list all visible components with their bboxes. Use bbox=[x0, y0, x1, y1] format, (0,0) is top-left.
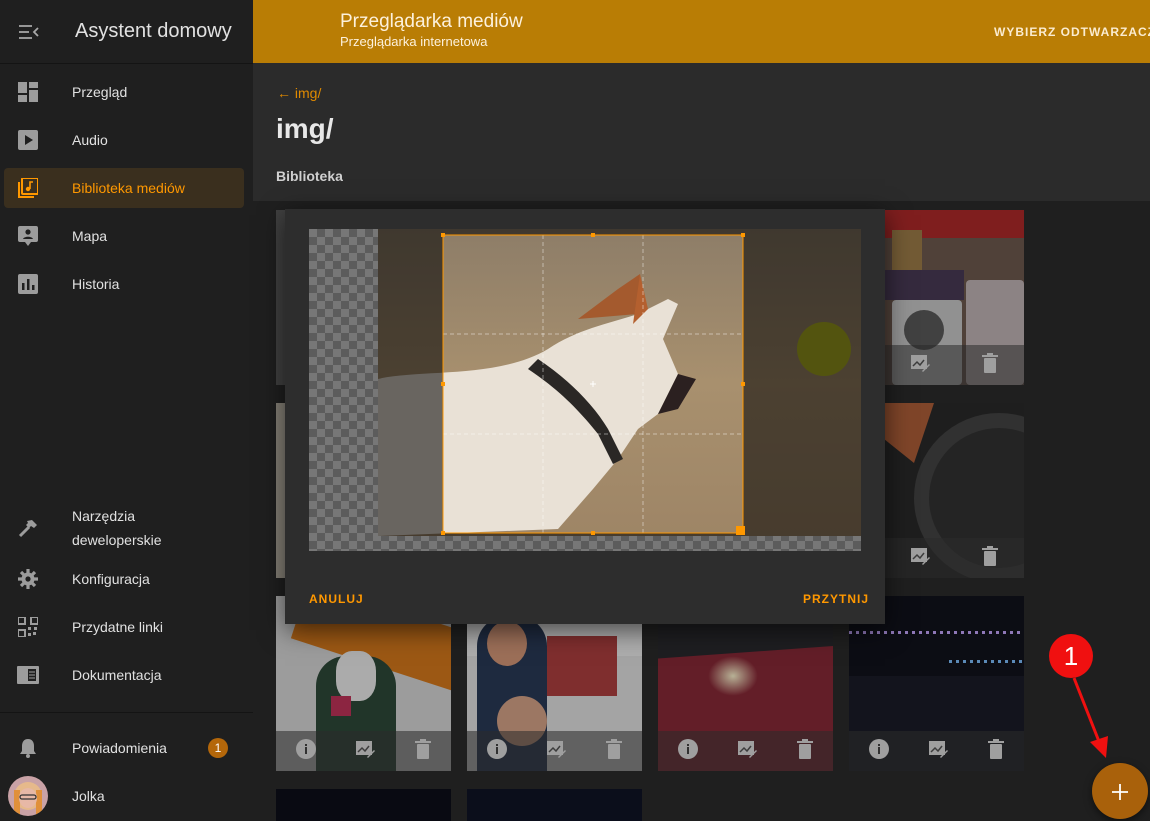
bell-icon bbox=[4, 738, 52, 758]
sidebar-item-label: Przydatne linki bbox=[72, 619, 164, 635]
annotation-marker: 1 bbox=[1049, 634, 1093, 678]
avatar bbox=[4, 776, 52, 816]
app-title: Asystent domowy bbox=[75, 20, 232, 42]
map-person-icon bbox=[4, 226, 52, 246]
sidebar-item-overview[interactable]: Przegląd bbox=[4, 72, 244, 112]
sidebar-item-documentation[interactable]: Dokumentacja bbox=[4, 655, 244, 695]
top-app-bar: Przeglądarka mediów Przeglądarka interne… bbox=[253, 0, 1150, 63]
section-label: Biblioteka bbox=[276, 168, 343, 184]
sidebar-item-history[interactable]: Historia bbox=[4, 264, 244, 304]
sidebar-item-label: Audio bbox=[72, 132, 108, 148]
plus-icon bbox=[1112, 775, 1128, 807]
gear-icon bbox=[4, 569, 52, 589]
sidebar-item-label: Przegląd bbox=[72, 84, 128, 100]
folder-heading: img/ bbox=[276, 113, 334, 144]
annotation-arrow bbox=[1072, 677, 1108, 758]
crop-confirm-button[interactable]: PRZYTNIJ bbox=[803, 592, 869, 606]
breadcrumb-back-link[interactable]: ← img/ bbox=[277, 85, 321, 101]
qr-code-icon bbox=[4, 617, 52, 637]
add-media-button[interactable] bbox=[1092, 763, 1148, 819]
sidebar-item-label: Narzędzia deweloperskie bbox=[72, 508, 162, 548]
sidebar: Asystent domowy Przegląd Audio Bibliotek… bbox=[0, 0, 254, 821]
sidebar-item-label: Powiadomienia bbox=[72, 740, 167, 756]
page-subtitle: Przeglądarka internetowa bbox=[340, 34, 488, 49]
notification-badge: 1 bbox=[208, 738, 228, 758]
crop-image bbox=[378, 229, 861, 536]
cancel-button[interactable]: ANULUJ bbox=[309, 592, 364, 606]
sidebar-item-configuration[interactable]: Konfiguracja bbox=[4, 559, 244, 599]
sidebar-divider bbox=[0, 712, 253, 713]
crop-dialog: ANULUJ PRZYTNIJ bbox=[285, 209, 885, 624]
chart-icon bbox=[4, 274, 52, 294]
sidebar-item-media-library[interactable]: Biblioteka mediów bbox=[4, 168, 244, 208]
hammer-icon bbox=[4, 518, 52, 538]
sidebar-item-useful-links[interactable]: Przydatne linki bbox=[4, 607, 244, 647]
sidebar-item-developer-tools[interactable]: Narzędzia deweloperskie bbox=[4, 505, 244, 551]
sidebar-item-label: Biblioteka mediów bbox=[72, 180, 185, 196]
sidebar-item-label: Konfiguracja bbox=[72, 571, 150, 587]
play-icon bbox=[4, 130, 52, 150]
sidebar-item-label: Historia bbox=[72, 276, 120, 292]
sidebar-item-profile[interactable]: Jolka bbox=[4, 776, 244, 816]
sidebar-item-label: Dokumentacja bbox=[72, 667, 162, 683]
page-title: Przeglądarka mediów bbox=[340, 11, 523, 32]
sidebar-item-label: Jolka bbox=[72, 788, 105, 804]
menu-toggle-icon[interactable] bbox=[0, 24, 58, 39]
dashboard-icon bbox=[4, 82, 52, 102]
music-library-icon bbox=[4, 178, 52, 198]
choose-player-button[interactable]: WYBIERZ ODTWARZACZ bbox=[994, 25, 1150, 39]
sidebar-item-map[interactable]: Mapa bbox=[4, 216, 244, 256]
book-icon bbox=[4, 666, 52, 684]
sidebar-item-label: Mapa bbox=[72, 228, 108, 244]
sidebar-header: Asystent domowy bbox=[0, 0, 253, 64]
sidebar-item-audio[interactable]: Audio bbox=[4, 120, 244, 160]
